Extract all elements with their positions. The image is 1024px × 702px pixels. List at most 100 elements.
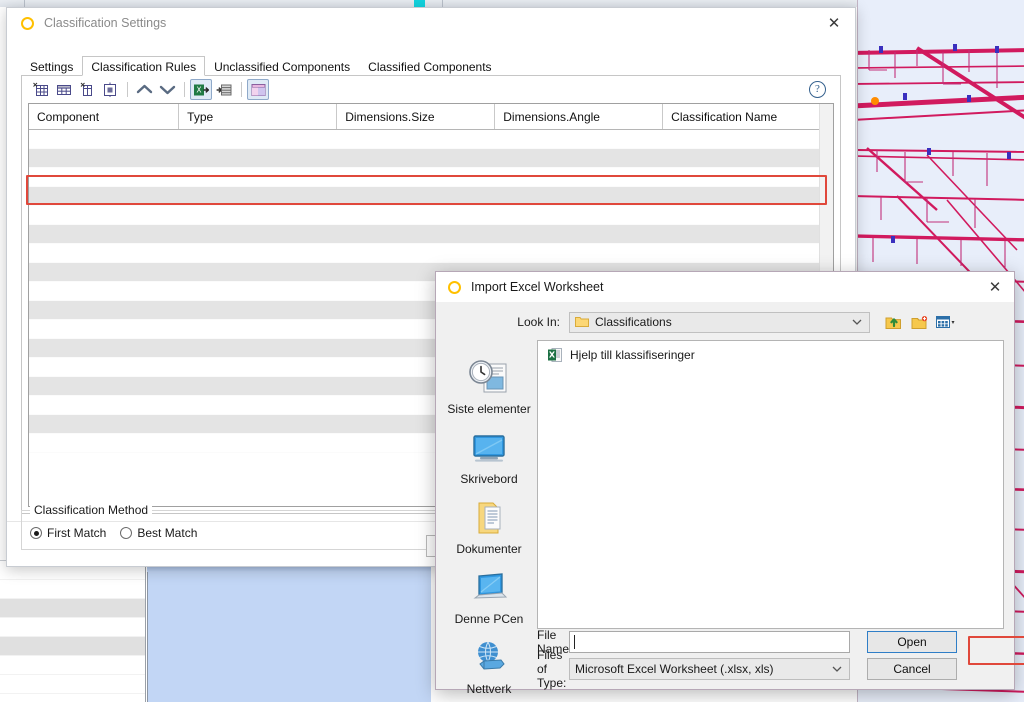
radio-first-match[interactable]: First Match	[30, 526, 106, 540]
background-selection-area	[147, 567, 431, 702]
new-rule-group-icon[interactable]	[53, 79, 75, 100]
delete-rule-icon[interactable]	[99, 79, 121, 100]
column-header-dimensions-size[interactable]: Dimensions.Size	[337, 104, 496, 129]
open-button[interactable]: Open	[867, 631, 957, 653]
dialog-body: Look In: Classifications Siste elementer…	[436, 302, 1024, 696]
background-left-panel	[0, 560, 146, 702]
radio-indicator	[30, 527, 42, 539]
rules-toolbar: X ?	[22, 76, 840, 103]
help-icon[interactable]: ?	[809, 81, 826, 98]
look-in-combobox[interactable]: Classifications	[569, 311, 870, 333]
toolbar-separator	[127, 82, 128, 97]
table-row[interactable]	[29, 206, 833, 225]
classification-method-group: Classification Method First Match Best M…	[21, 503, 438, 550]
up-one-level-icon[interactable]	[884, 312, 904, 332]
grid-header-row: Component Type Dimensions.Size Dimension…	[29, 104, 833, 130]
dialog-title: Import Excel Worksheet	[471, 280, 604, 294]
recent-items-icon	[443, 357, 535, 401]
move-down-icon[interactable]	[156, 79, 178, 100]
window-title-bar: Classification Settings ✕	[7, 8, 855, 38]
column-header-type[interactable]: Type	[179, 104, 338, 129]
place-label: Denne PCen	[454, 612, 524, 626]
place-dokumenter[interactable]: Dokumenter	[443, 497, 535, 556]
column-header-component[interactable]: Component	[29, 104, 180, 129]
radio-indicator	[120, 527, 133, 539]
tab-classified-components[interactable]: Classified Components	[359, 56, 500, 76]
file-name-label: Hjelp till klassifiseringer	[570, 348, 695, 362]
file-name-input[interactable]	[569, 631, 850, 653]
radio-best-match[interactable]: Best Match	[120, 526, 197, 540]
radio-first-match-label: First Match	[47, 526, 107, 540]
new-folder-icon[interactable]	[910, 312, 930, 332]
place-denne-pcen[interactable]: Denne PCen	[443, 567, 535, 626]
background-selection-shadow	[147, 567, 431, 572]
files-of-type-label: Files of Type:	[537, 648, 567, 690]
import-excel-icon[interactable]: X	[190, 79, 212, 100]
files-of-type-value: Microsoft Excel Worksheet (.xlsx, xls)	[575, 662, 774, 676]
file-list-item[interactable]: X Hjelp till klassifiseringer	[541, 344, 701, 366]
place-label: Dokumenter	[456, 542, 522, 556]
top-strip-divider	[442, 0, 443, 7]
look-in-value: Classifications	[595, 315, 672, 329]
places-sidebar: Siste elementer Skrivebord Dokumenter De…	[441, 340, 537, 696]
toolbar-separator	[241, 82, 242, 97]
list-item	[0, 618, 145, 637]
this-pc-icon	[443, 567, 535, 611]
folder-icon	[575, 316, 589, 328]
list-item	[0, 656, 145, 675]
file-list[interactable]: X Hjelp till klassifiseringer	[537, 340, 1004, 629]
table-row[interactable]	[29, 244, 833, 263]
list-item	[0, 580, 145, 599]
chevron-down-icon[interactable]	[831, 665, 847, 673]
svg-text:X: X	[549, 351, 556, 360]
list-item	[0, 637, 145, 656]
column-header-classification-name[interactable]: Classification Name	[663, 104, 833, 129]
files-of-type-combobox[interactable]: Microsoft Excel Worksheet (.xlsx, xls)	[569, 658, 850, 680]
text-caret	[574, 635, 575, 649]
desktop-icon	[443, 427, 535, 471]
place-siste-elementer[interactable]: Siste elementer	[443, 357, 535, 416]
tab-bar: Settings Classification Rules Unclassifi…	[21, 56, 841, 76]
look-in-row: Look In: Classifications	[436, 308, 1014, 336]
place-label: Skrivebord	[460, 472, 518, 486]
new-rule-icon[interactable]	[30, 79, 52, 100]
dialog-close-icon[interactable]: ✕	[980, 274, 1010, 300]
view-menu-icon[interactable]	[936, 312, 956, 332]
radio-best-match-label: Best Match	[137, 526, 198, 540]
columns-icon[interactable]	[247, 79, 269, 100]
classification-method-options: First Match Best Match	[30, 526, 197, 540]
list-item	[0, 599, 145, 618]
tab-classification-rules[interactable]: Classification Rules	[82, 56, 206, 76]
cyan-marker-icon	[414, 0, 425, 7]
close-icon[interactable]: ✕	[819, 10, 849, 36]
page-title: Classification Settings	[44, 16, 167, 30]
place-skrivebord[interactable]: Skrivebord	[443, 427, 535, 486]
table-row[interactable]	[29, 130, 833, 149]
table-row[interactable]	[29, 225, 833, 244]
tab-unclassified-components[interactable]: Unclassified Components	[205, 56, 359, 76]
table-row[interactable]	[29, 149, 833, 168]
table-row[interactable]	[29, 168, 833, 187]
files-of-type-row: Files of Type: Microsoft Excel Worksheet…	[436, 648, 1004, 690]
documents-icon	[443, 497, 535, 541]
toolbar-separator	[184, 82, 185, 97]
look-in-label: Look In:	[517, 315, 560, 329]
move-up-icon[interactable]	[133, 79, 155, 100]
excel-file-icon: X	[547, 347, 563, 363]
table-row[interactable]	[29, 187, 833, 206]
screen-root: Classification Settings ✕ Settings Class…	[0, 0, 1024, 702]
circle-icon	[21, 16, 34, 30]
duplicate-rule-icon[interactable]	[76, 79, 98, 100]
svg-text:X: X	[196, 85, 201, 94]
export-excel-icon[interactable]	[213, 79, 235, 100]
circle-icon	[448, 280, 461, 294]
dialog-toolbar	[884, 312, 956, 332]
tab-settings[interactable]: Settings	[21, 56, 82, 76]
cancel-button[interactable]: Cancel	[867, 658, 957, 680]
column-header-dimensions-angle[interactable]: Dimensions.Angle	[495, 104, 664, 129]
dialog-title-bar: Import Excel Worksheet ✕	[436, 272, 1014, 302]
chevron-down-icon[interactable]	[851, 318, 867, 326]
import-excel-worksheet-dialog: Import Excel Worksheet ✕ Look In: Classi…	[435, 271, 1024, 696]
classification-method-label: Classification Method	[30, 503, 153, 517]
top-strip-divider	[24, 0, 25, 7]
